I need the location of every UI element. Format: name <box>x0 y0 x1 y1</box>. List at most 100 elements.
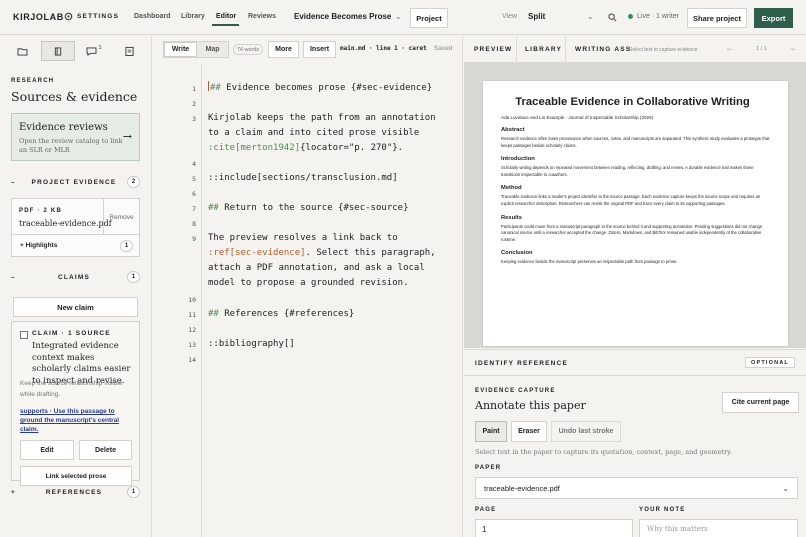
identify-reference-header[interactable]: IDENTIFY REFERENCE OPTIONAL <box>464 349 806 376</box>
project-button[interactable]: Project <box>410 8 448 28</box>
export-button[interactable]: Export <box>754 8 793 28</box>
claim-checkbox[interactable] <box>20 331 28 339</box>
tab-library[interactable]: LIBRARY <box>525 46 562 53</box>
share-project-button[interactable]: Share project <box>687 8 747 28</box>
code-line-heading[interactable]: ## Evidence becomes prose {#sec-evidence… <box>208 81 444 96</box>
new-claim-button[interactable]: New claim <box>13 297 138 317</box>
save-status: Saved <box>434 45 453 52</box>
references-label: REFERENCES <box>45 488 103 496</box>
line-number: 10 <box>188 296 196 304</box>
text-caret <box>208 81 209 91</box>
tab-writing-assistant[interactable]: WRITING ASS <box>575 46 631 53</box>
selection-hint: Select text in the paper to capture its … <box>475 448 733 456</box>
nav-dashboard[interactable]: Dashboard <box>134 13 171 20</box>
paint-tool-button[interactable]: Paint <box>475 421 507 442</box>
undo-last-stroke-button[interactable]: Undo last stroke <box>551 421 621 442</box>
page-input[interactable]: 1 <box>475 519 633 537</box>
document-title[interactable]: Evidence Becomes Prose <box>294 12 391 21</box>
brand-logo[interactable]: KIRJOLAB <box>13 12 64 22</box>
nav-reviews[interactable]: Reviews <box>248 13 276 20</box>
line-number: 3 <box>192 115 196 123</box>
claims-header[interactable]: – CLAIMS 1 <box>11 271 140 283</box>
paper-authors: Ada Lovelace and Lin Example · Journal o… <box>501 115 654 120</box>
code-line-paragraph[interactable]: Kirjolab keeps the path from an annotati… <box>208 111 444 156</box>
evidence-reviews-title: Evidence reviews <box>19 122 108 133</box>
code-line-heading[interactable]: ## Return to the source {#sec-source} <box>208 201 444 216</box>
tab-preview[interactable]: PREVIEW <box>474 46 512 53</box>
expand-icon[interactable]: + <box>11 489 21 496</box>
line-number: 7 <box>192 205 196 213</box>
settings-button[interactable]: SETTINGS <box>64 12 119 21</box>
next-page-icon[interactable]: → <box>790 46 795 53</box>
paper-select[interactable]: traceable-evidence.pdf ⌄ <box>475 477 798 499</box>
remove-button[interactable]: Remove <box>103 199 139 236</box>
evidence-capture-label: EVIDENCE CAPTURE <box>475 388 556 394</box>
capture-hint: Select text to capture evidence <box>629 47 698 53</box>
word-count: 74 words <box>233 44 263 55</box>
edit-claim-button[interactable]: Edit <box>20 440 74 460</box>
your-note-label: YOUR NOTE <box>639 507 686 513</box>
gutter-divider <box>201 65 202 537</box>
highlights-toggle[interactable]: + Highlights 1 <box>11 235 140 257</box>
top-bar: KIRJOLAB SETTINGS Dashboard Library Edit… <box>0 0 806 35</box>
link-selected-prose-button[interactable]: Link selected prose <box>20 466 132 486</box>
line-number: 14 <box>188 356 196 364</box>
insert-button[interactable]: Insert <box>303 41 336 58</box>
right-pane: PREVIEW LIBRARY WRITING ASS Select text … <box>464 36 806 537</box>
cite-current-page-button[interactable]: Cite current page <box>722 392 799 413</box>
line-number: 12 <box>188 326 196 334</box>
project-evidence-header[interactable]: – PROJECT EVIDENCE 2 <box>11 176 140 188</box>
page-label: PAGE <box>475 507 497 513</box>
pdf-source-card[interactable]: PDF · 2 KB traceable-evidence.pdf Remove <box>11 198 140 236</box>
nav-library[interactable]: Library <box>181 13 205 20</box>
line-number: 4 <box>192 160 196 168</box>
search-icon[interactable] <box>608 13 617 22</box>
tab-divider <box>565 36 566 63</box>
chevron-down-icon[interactable]: ⌄ <box>395 12 402 21</box>
line-number: 11 <box>188 311 196 319</box>
chevron-down-icon[interactable]: ⌄ <box>587 12 594 21</box>
map-mode-tab[interactable]: Map <box>197 42 228 57</box>
previous-page-icon[interactable]: ← <box>727 46 732 53</box>
optional-badge: OPTIONAL <box>744 357 795 368</box>
paper-section-heading: Abstract <box>501 127 525 133</box>
active-tab-indicator <box>212 24 239 26</box>
code-line-paragraph[interactable]: The preview resolves a link back to :ref… <box>208 231 444 291</box>
nav-editor[interactable]: Editor <box>216 13 236 20</box>
paper-section-heading: Method <box>501 185 522 192</box>
code-line-include[interactable]: ::include[sections/transclusion.md] <box>208 171 444 186</box>
view-select[interactable]: Split <box>528 12 545 21</box>
delete-claim-button[interactable]: Delete <box>79 440 132 460</box>
note-input[interactable]: Why this matters <box>639 519 798 537</box>
paper-select-value: traceable-evidence.pdf <box>484 483 560 493</box>
write-mode-tab[interactable]: Write <box>164 42 197 57</box>
paper-title: Traceable Evidence in Collaborative Writ… <box>515 96 750 108</box>
collapse-icon[interactable]: – <box>11 179 21 186</box>
pdf-page[interactable]: Traceable Evidence in Collaborative Writ… <box>483 81 788 346</box>
clipboard-icon[interactable] <box>112 41 146 61</box>
highlights-label: + Highlights <box>20 242 58 249</box>
paper-section-heading: Conclusion <box>501 250 533 257</box>
eraser-tool-button[interactable]: Eraser <box>511 421 547 442</box>
folder-icon[interactable] <box>5 41 39 61</box>
tab-divider <box>516 36 517 63</box>
book-icon[interactable] <box>41 41 75 61</box>
code-line-bibliography[interactable]: ::bibliography[] <box>208 337 444 352</box>
paper-section-heading: Introduction <box>501 156 535 163</box>
code-line-heading[interactable]: ## References {#references} <box>208 307 444 322</box>
project-evidence-count: 2 <box>127 176 140 188</box>
supports-link[interactable]: supports · Use this passage to ground th… <box>20 407 136 434</box>
references-header[interactable]: + REFERENCES 1 <box>11 486 140 498</box>
more-button[interactable]: More <box>268 41 299 58</box>
page-indicator: 1 / 1 <box>756 46 767 52</box>
live-status-text: Live · 1 writer <box>637 13 680 20</box>
project-evidence-label: PROJECT EVIDENCE <box>31 178 117 186</box>
pdf-filename: traceable-evidence.pdf <box>19 219 112 228</box>
comment-badge: 1 <box>98 44 102 51</box>
line-number: 13 <box>188 341 196 349</box>
evidence-reviews-card[interactable]: Evidence reviews Open the review catalog… <box>11 113 140 161</box>
paper-label: PAPER <box>475 465 502 471</box>
comment-icon[interactable]: 1 <box>77 41 111 61</box>
collapse-icon[interactable]: – <box>11 274 21 281</box>
research-label: RESEARCH <box>11 78 55 84</box>
